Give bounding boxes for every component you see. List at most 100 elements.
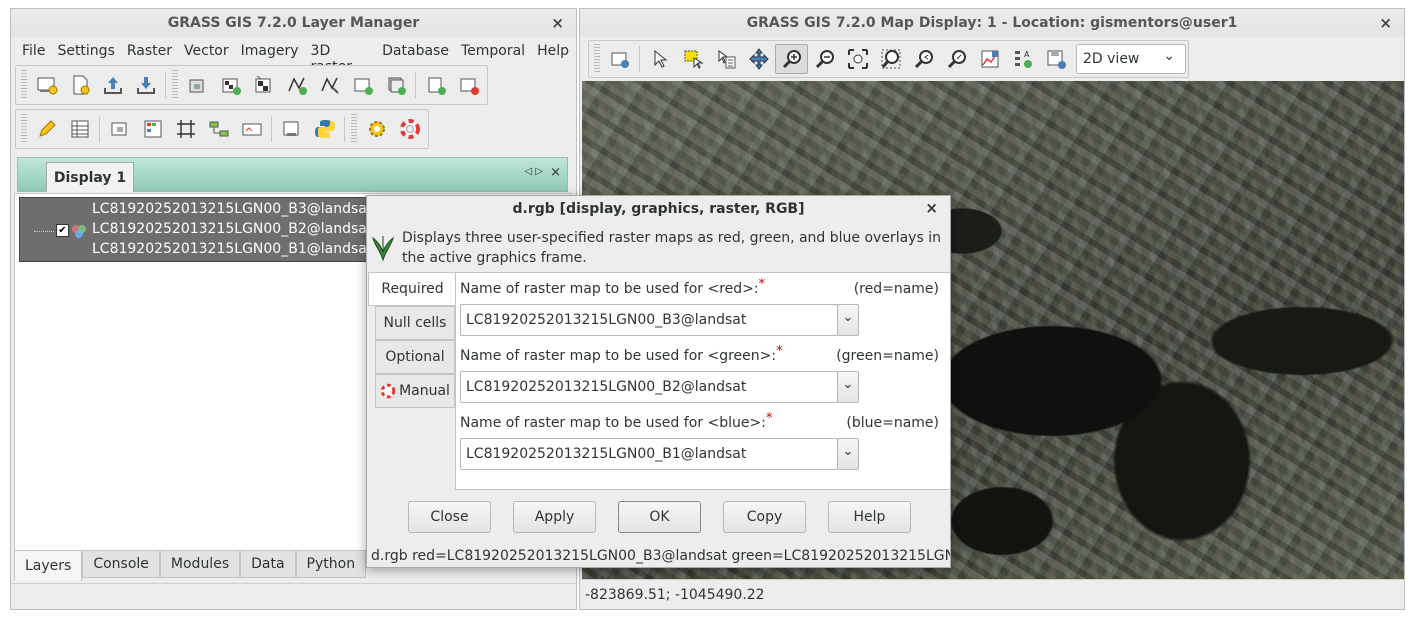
settings-gear-icon[interactable] xyxy=(360,114,393,144)
python-shell-icon[interactable] xyxy=(308,114,341,144)
render-map-icon[interactable] xyxy=(603,44,636,74)
map-calculator-icon[interactable] xyxy=(103,114,136,144)
tab-modules-label: Modules xyxy=(170,556,230,572)
toolbar-grip[interactable] xyxy=(594,44,600,74)
add-command-layer-icon[interactable] xyxy=(419,70,452,100)
blue-map-value: LC81920252013215LGN00_B1@landsat xyxy=(466,446,747,462)
map-elements-icon[interactable]: A xyxy=(1006,44,1039,74)
query-icon[interactable] xyxy=(709,44,742,74)
menu-vector[interactable]: Vector xyxy=(179,39,236,63)
graphical-modeler-icon[interactable] xyxy=(202,114,235,144)
editor-pencil-icon[interactable] xyxy=(30,114,63,144)
blue-map-input[interactable]: LC81920252013215LGN00_B1@landsat xyxy=(460,438,838,470)
tab-optional-label: Optional xyxy=(385,349,445,365)
green-map-dropdown[interactable]: ⌄ xyxy=(837,371,859,403)
toolbar-grip[interactable] xyxy=(351,114,357,144)
close-button-label: Close xyxy=(430,509,469,525)
view-mode-value: 2D view xyxy=(1083,51,1140,67)
add-map-layers-icon[interactable] xyxy=(181,70,214,100)
help-lifebuoy-icon[interactable] xyxy=(393,114,426,144)
menu-file[interactable]: File xyxy=(17,39,52,63)
calculator-icon[interactable] xyxy=(136,114,169,144)
menu-temporal[interactable]: Temporal xyxy=(456,39,532,63)
menu-help[interactable]: Help xyxy=(532,39,576,63)
view-mode-select[interactable]: 2D view ⌄ xyxy=(1076,44,1186,74)
close-button[interactable]: Close xyxy=(408,501,491,533)
tab-close-icon[interactable]: × xyxy=(550,165,561,180)
red-map-dropdown[interactable]: ⌄ xyxy=(837,304,859,336)
tab-data[interactable]: Data xyxy=(240,550,296,578)
new-display-icon[interactable] xyxy=(30,70,63,100)
blue-map-dropdown[interactable]: ⌄ xyxy=(837,438,859,470)
menu-raster[interactable]: Raster xyxy=(122,39,179,63)
drgb-dialog: d.rgb [display, graphics, raster, RGB] ×… xyxy=(366,195,951,568)
close-icon[interactable]: × xyxy=(551,14,564,32)
save-workspace-icon[interactable] xyxy=(129,70,162,100)
analyze-map-icon[interactable] xyxy=(973,44,1006,74)
toolbar-grip[interactable] xyxy=(172,70,178,100)
pan-icon[interactable] xyxy=(742,44,775,74)
add-vector-misc-icon[interactable] xyxy=(313,70,346,100)
layer-manager-titlebar: GRASS GIS 7.2.0 Layer Manager × xyxy=(11,9,576,37)
green-map-value: LC81920252013215LGN00_B2@landsat xyxy=(466,379,747,395)
save-display-icon[interactable] xyxy=(1039,44,1072,74)
layer-checkbox[interactable]: ✔ xyxy=(56,224,69,237)
tab-layers[interactable]: Layers xyxy=(14,550,83,581)
green-field-label: Name of raster map to be used for <green… xyxy=(460,344,783,364)
open-workspace-icon[interactable] xyxy=(96,70,129,100)
tab-null-cells[interactable]: Null cells xyxy=(375,306,455,340)
copy-button[interactable]: Copy xyxy=(723,501,806,533)
tab-nav-arrows[interactable]: ◁ ▷ xyxy=(524,166,543,177)
menu-database[interactable]: Database xyxy=(377,39,456,63)
layer-manager-title: GRASS GIS 7.2.0 Layer Manager xyxy=(167,15,420,31)
menu-3d-raster[interactable]: 3D raster xyxy=(306,39,378,75)
ok-button-label: OK xyxy=(649,509,670,525)
tab-console[interactable]: Console xyxy=(82,550,160,578)
apply-button[interactable]: Apply xyxy=(513,501,596,533)
tab-required[interactable]: Required xyxy=(368,272,456,306)
layer-manager-statusbar xyxy=(11,583,576,609)
layer-in-display-icon[interactable] xyxy=(275,114,308,144)
tab-python[interactable]: Python xyxy=(295,550,367,578)
help-button[interactable]: Help xyxy=(828,501,911,533)
add-raster-icon[interactable] xyxy=(214,70,247,100)
add-overlay-icon[interactable] xyxy=(379,70,412,100)
red-map-input[interactable]: LC81920252013215LGN00_B3@landsat xyxy=(460,304,838,336)
select-icon[interactable] xyxy=(676,44,709,74)
tab-display-1-label: Display 1 xyxy=(53,169,127,186)
zoom-extent-icon[interactable] xyxy=(841,44,874,74)
help-button-label: Help xyxy=(853,509,886,525)
close-icon[interactable]: × xyxy=(1379,14,1392,32)
toolbar-separator xyxy=(415,72,416,98)
chevron-down-icon: ⌄ xyxy=(1163,48,1175,64)
tab-optional[interactable]: Optional xyxy=(375,340,455,374)
attribute-table-icon[interactable] xyxy=(63,114,96,144)
apply-button-label: Apply xyxy=(534,509,575,525)
zoom-out-icon[interactable] xyxy=(808,44,841,74)
georectify-icon[interactable] xyxy=(169,114,202,144)
zoom-in-icon[interactable] xyxy=(775,44,808,74)
zoom-options-icon[interactable] xyxy=(940,44,973,74)
tab-manual[interactable]: Manual xyxy=(375,374,455,408)
remove-layer-icon[interactable] xyxy=(452,70,485,100)
add-raster-misc-icon[interactable] xyxy=(247,70,280,100)
tab-modules[interactable]: Modules xyxy=(159,550,241,578)
close-icon[interactable]: × xyxy=(925,199,938,217)
zoom-back-icon[interactable] xyxy=(907,44,940,74)
new-workspace-icon[interactable] xyxy=(63,70,96,100)
bottom-notebook-tabs: Layers Console Modules Data Python xyxy=(14,550,367,581)
add-group-icon[interactable] xyxy=(346,70,379,100)
map-toolbar: A 2D view ⌄ xyxy=(588,40,1189,78)
toolbar-grip[interactable] xyxy=(21,114,27,144)
print-icon[interactable] xyxy=(235,114,268,144)
menu-settings[interactable]: Settings xyxy=(52,39,121,63)
ok-button[interactable]: OK xyxy=(618,501,701,533)
green-map-input[interactable]: LC81920252013215LGN00_B2@landsat xyxy=(460,371,838,403)
add-vector-icon[interactable] xyxy=(280,70,313,100)
layer-manager-menubar: File Settings Raster Vector Imagery 3D r… xyxy=(11,39,576,75)
toolbar-grip[interactable] xyxy=(21,70,27,100)
menu-imagery[interactable]: Imagery xyxy=(236,39,306,63)
tab-display-1[interactable]: Display 1 xyxy=(46,162,134,192)
pointer-icon[interactable] xyxy=(643,44,676,74)
zoom-region-icon[interactable] xyxy=(874,44,907,74)
